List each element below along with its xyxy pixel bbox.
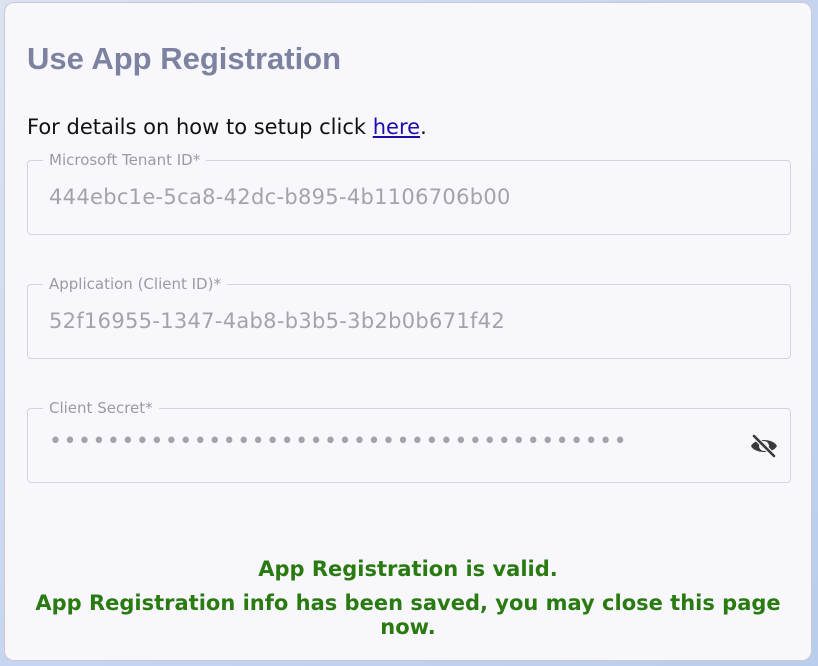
app-registration-panel: Use App Registration For details on how … [4,2,812,661]
setup-instructions-text: For details on how to setup click [27,115,373,139]
page-title: Use App Registration [27,41,342,76]
saved-status-message: App Registration info has been saved, yo… [35,591,781,639]
toggle-secret-visibility-button[interactable] [748,431,780,461]
client-id-field[interactable]: Application (Client ID)* 52f16955-1347-4… [27,275,791,359]
eye-off-icon [751,434,777,458]
client-secret-input[interactable]: •••••••••••••••••••••••••••••••••••••••• [49,429,628,454]
setup-help-link[interactable]: here [373,115,420,139]
setup-instructions-suffix: . [420,115,427,139]
setup-instructions: For details on how to setup click here. [27,115,427,139]
tenant-id-input[interactable]: 444ebc1e-5ca8-42dc-b895-4b1106706b00 [49,185,511,209]
client-secret-field[interactable]: Client Secret* •••••••••••••••••••••••••… [27,399,791,483]
client-id-input[interactable]: 52f16955-1347-4ab8-b3b5-3b2b0b671f42 [49,309,505,333]
client-id-label: Application (Client ID)* [43,275,227,293]
validation-status-message: App Registration is valid. [258,557,558,581]
tenant-id-label: Microsoft Tenant ID* [43,151,207,169]
client-secret-label: Client Secret* [43,399,159,417]
tenant-id-field[interactable]: Microsoft Tenant ID* 444ebc1e-5ca8-42dc-… [27,151,791,235]
